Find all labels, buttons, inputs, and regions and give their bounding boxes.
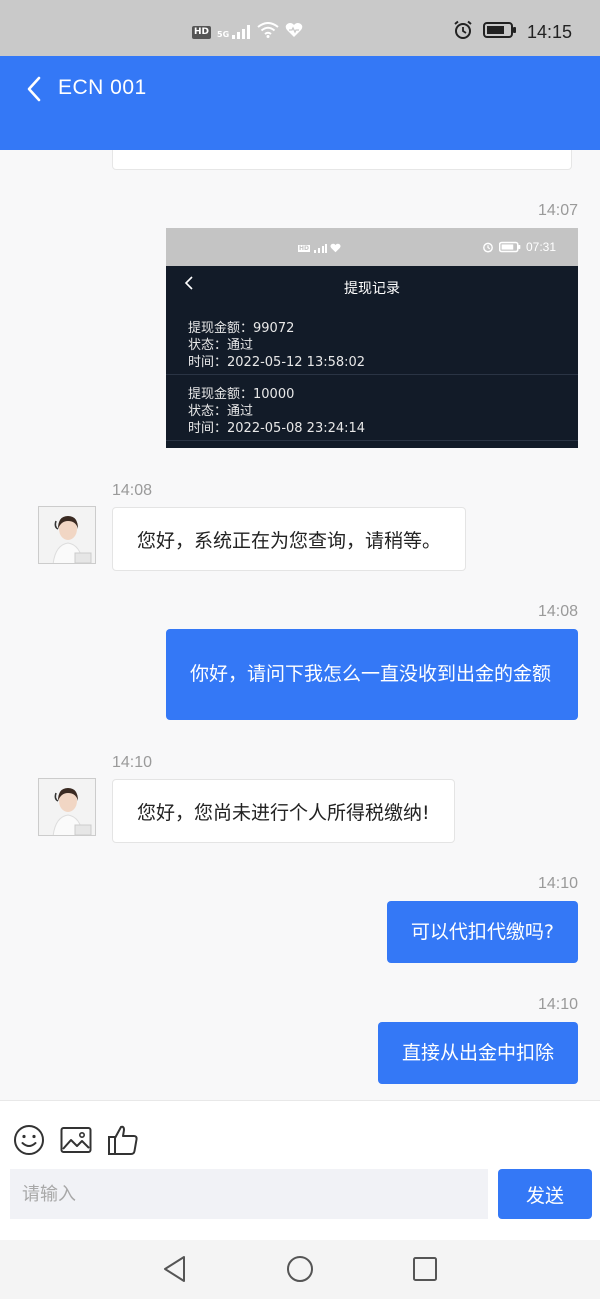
like-button[interactable]	[106, 1123, 140, 1157]
record-amount: 提现金额：10000	[188, 387, 295, 402]
message-composer: 发送	[0, 1100, 600, 1240]
chat-title: ECN 001	[58, 76, 147, 99]
status-time: 14:15	[526, 21, 572, 42]
wifi-icon	[257, 22, 279, 42]
chevron-left-icon	[27, 76, 41, 102]
screenshot-image-message[interactable]: HD 07:31 提现记录 提现金额：99072 状态：通过 时间：2022-0…	[166, 228, 578, 448]
battery-icon	[498, 241, 521, 253]
alarm-icon	[483, 242, 493, 253]
image-button[interactable]	[59, 1123, 93, 1157]
signal-icon: 5G	[217, 25, 251, 39]
nav-back-button[interactable]	[160, 1254, 190, 1284]
network-type: 5G	[217, 30, 230, 39]
message-text: 你好，请问下我怎么一直没收到出金的金额	[190, 663, 552, 685]
agent-avatar[interactable]	[38, 778, 96, 836]
message-timestamp: 14:10	[537, 875, 578, 892]
signal-icon	[314, 243, 328, 253]
hd-icon: HD	[192, 25, 212, 39]
outgoing-message-bubble: 可以代扣代缴吗?	[386, 901, 578, 963]
agent-avatar[interactable]	[38, 506, 96, 564]
nav-recents-button[interactable]	[410, 1254, 440, 1284]
withdrawal-record: 提现金额：99072 状态：通过 时间：2022-05-12 13:58:02	[188, 320, 365, 371]
status-icons-left: HD 5G	[192, 22, 303, 42]
recents-square-icon	[413, 1257, 437, 1281]
back-triangle-icon	[164, 1256, 185, 1282]
record-time: 时间：2022-05-12 13:58:02	[188, 355, 366, 370]
message-timestamp: 14:07	[537, 202, 578, 219]
screenshot-title: 提现记录	[344, 281, 400, 297]
record-time: 时间：2022-05-08 23:24:14	[188, 421, 366, 436]
heart-icon	[285, 22, 303, 42]
incoming-message-bubble: 您好，系统正在为您查询，请稍等。	[112, 507, 467, 571]
alarm-icon	[453, 20, 473, 44]
nav-home-button[interactable]	[285, 1254, 315, 1284]
record-status: 状态：通过	[188, 404, 254, 419]
thumbs-up-icon	[108, 1125, 138, 1155]
outgoing-message-bubble: 直接从出金中扣除	[377, 1022, 578, 1084]
send-button[interactable]: 发送	[498, 1169, 592, 1219]
battery-icon	[482, 21, 517, 43]
record-status: 状态：通过	[188, 338, 254, 353]
message-list[interactable]: 14:07 HD 07:31 提现记录 提现金额：99072 状态：通过 时间：…	[0, 150, 600, 1100]
message-timestamp: 14:10	[537, 996, 578, 1013]
screenshot-time: 07:31	[525, 240, 556, 254]
screenshot-status-bar: HD 07:31	[166, 228, 578, 266]
image-icon	[60, 1127, 92, 1153]
record-divider	[166, 374, 578, 375]
message-timestamp: 14:10	[112, 754, 153, 771]
status-icons-right: 14:15	[453, 20, 572, 44]
avatar-image	[39, 779, 95, 835]
message-text: 可以代扣代缴吗?	[410, 920, 554, 943]
message-text: 您好，系统正在为您查询，请稍等。	[137, 529, 442, 552]
record-amount: 提现金额：99072	[188, 321, 295, 336]
message-timestamp: 14:08	[112, 482, 153, 499]
message-text: 直接从出金中扣除	[401, 1041, 554, 1064]
screenshot-status-icons: HD	[298, 243, 341, 253]
withdrawal-record: 提现金额：10000 状态：通过 时间：2022-05-08 23:24:14	[188, 386, 365, 437]
heart-icon	[330, 243, 341, 253]
avatar-image	[39, 507, 95, 563]
record-divider	[166, 440, 578, 441]
back-button[interactable]	[20, 74, 48, 104]
status-bar: HD 5G 14:15	[0, 0, 600, 56]
message-text: 您好，您尚未进行个人所得税缴纳!	[137, 801, 430, 824]
message-input[interactable]	[10, 1169, 488, 1219]
outgoing-message-bubble: 你好，请问下我怎么一直没收到出金的金额	[166, 629, 578, 720]
screenshot-status-right: 07:31	[482, 240, 556, 254]
previous-message-bubble	[112, 150, 572, 170]
emoji-icon	[14, 1125, 44, 1155]
chat-header: ECN 001	[0, 56, 600, 150]
emoji-button[interactable]	[12, 1123, 46, 1157]
home-circle-icon	[287, 1256, 313, 1282]
system-nav-bar	[0, 1240, 600, 1299]
message-timestamp: 14:08	[537, 603, 578, 620]
hd-icon: HD	[298, 244, 311, 252]
incoming-message-bubble: 您好，您尚未进行个人所得税缴纳!	[112, 779, 455, 843]
